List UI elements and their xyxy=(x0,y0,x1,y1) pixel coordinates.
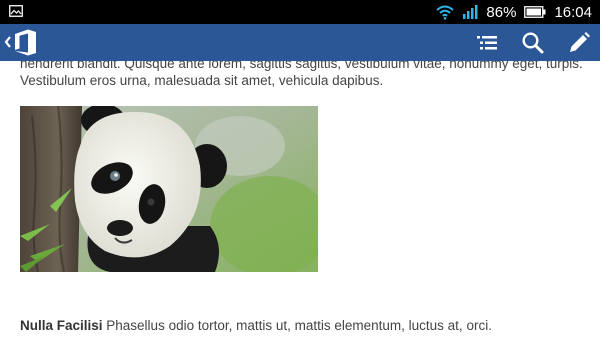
search-icon[interactable] xyxy=(520,30,546,56)
edit-pencil-icon[interactable] xyxy=(566,30,592,56)
paragraph-line: Vestibulum eros urna, malesuada sit amet… xyxy=(20,73,384,88)
app-bar xyxy=(0,24,600,61)
paragraph-line: hendrerit blandit. Quisque ante lorem, s… xyxy=(20,61,583,71)
back-chevron-icon[interactable] xyxy=(3,32,13,52)
clock: 16:04 xyxy=(554,3,592,21)
battery-icon xyxy=(524,6,546,18)
signal-icon xyxy=(463,5,478,19)
bold-lead-in: Nulla Facilisi xyxy=(20,318,103,333)
paragraph-nulla-facilisi: Nulla Facilisi Phasellus odio tortor, ma… xyxy=(20,317,492,334)
document-body[interactable]: hendrerit blandit. Quisque ante lorem, s… xyxy=(0,61,600,338)
panda-image[interactable] xyxy=(20,106,318,272)
wifi-icon xyxy=(436,5,455,20)
battery-percent: 86% xyxy=(486,3,517,21)
image-notification-icon xyxy=(9,5,23,17)
office-logo-icon[interactable] xyxy=(13,29,38,56)
navigation-list-icon[interactable] xyxy=(474,30,500,56)
paragraph-text: Phasellus odio tortor, mattis ut, mattis… xyxy=(102,318,492,333)
status-bar: 86% 16:04 xyxy=(0,0,600,24)
